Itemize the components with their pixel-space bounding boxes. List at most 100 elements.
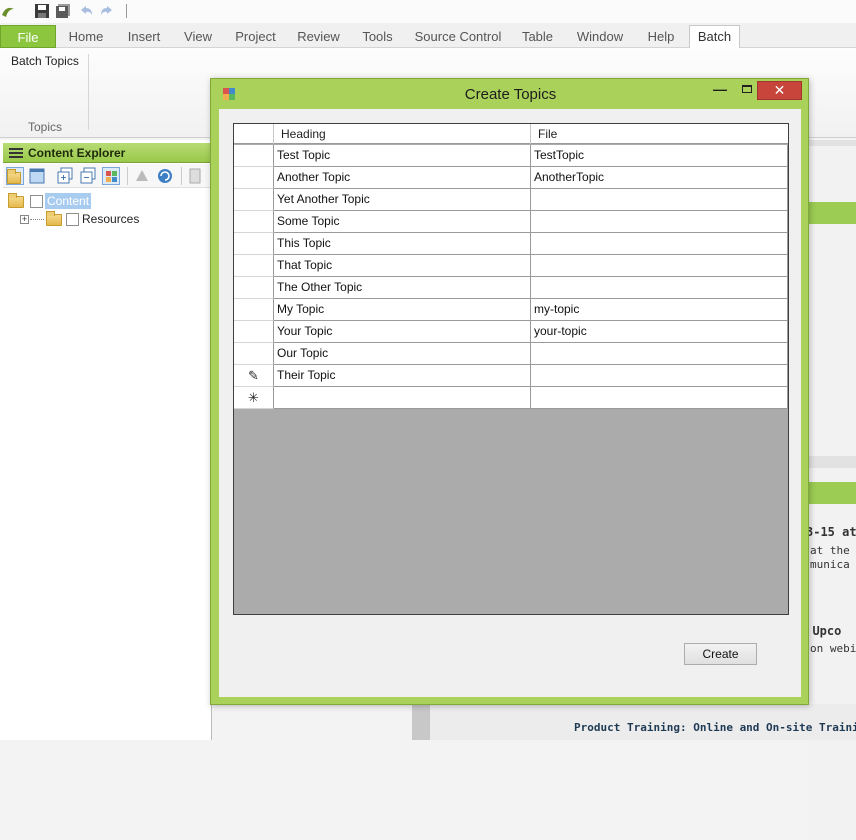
batch-topics-button[interactable]: Batch Topics	[11, 54, 79, 68]
redo-icon[interactable]	[99, 3, 115, 19]
menu-icon[interactable]	[9, 147, 23, 159]
row-header[interactable]	[234, 233, 274, 255]
save-icon[interactable]	[34, 3, 50, 19]
topics-grid[interactable]: Heading File Test Topic TestTopic Another …	[233, 123, 789, 615]
properties-icon[interactable]	[186, 167, 204, 185]
table-row[interactable]: Your Topic your-topic	[234, 321, 788, 343]
open-folder-icon[interactable]	[6, 167, 24, 185]
expand-toggle-icon[interactable]: +	[20, 215, 29, 224]
tree-checkbox[interactable]	[30, 195, 43, 208]
file-cell[interactable]	[531, 277, 788, 299]
column-header-file[interactable]: File	[531, 124, 788, 144]
tab-insert[interactable]: Insert	[124, 27, 164, 48]
table-row[interactable]: Another Topic AnotherTopic	[234, 167, 788, 189]
table-row[interactable]: ✳	[234, 387, 788, 409]
row-header[interactable]	[234, 343, 274, 365]
row-header[interactable]	[234, 167, 274, 189]
move-icon[interactable]	[133, 167, 151, 185]
content-explorer-header: Content Explorer	[3, 143, 215, 163]
dialog-body: Heading File Test Topic TestTopic Another …	[219, 109, 801, 697]
file-cell[interactable]	[531, 233, 788, 255]
row-header[interactable]	[234, 145, 274, 167]
tab-window[interactable]: Window	[574, 27, 626, 48]
tab-file[interactable]: File	[0, 25, 56, 48]
file-cell[interactable]: your-topic	[531, 321, 788, 343]
tree-item-content[interactable]: Content	[8, 193, 208, 210]
close-button[interactable]: ✕	[757, 81, 802, 100]
heading-cell[interactable]: Test Topic	[274, 145, 531, 167]
heading-cell[interactable]: Another Topic	[274, 167, 531, 189]
quick-access-toolbar	[0, 0, 856, 23]
collapse-all-icon[interactable]	[79, 167, 97, 185]
row-header[interactable]	[234, 299, 274, 321]
heading-cell[interactable]: Our Topic	[274, 343, 531, 365]
background-text: 3-15 at	[806, 525, 856, 539]
row-header[interactable]	[234, 189, 274, 211]
file-cell[interactable]: my-topic	[531, 299, 788, 321]
table-row[interactable]: Our Topic	[234, 343, 788, 365]
grid-corner-header[interactable]	[234, 124, 274, 144]
table-row[interactable]: That Topic	[234, 255, 788, 277]
table-row[interactable]: ✎ Their Topic	[234, 365, 788, 387]
background-panel	[807, 146, 856, 456]
heading-cell[interactable]: Their Topic	[274, 365, 531, 387]
tiles-icon[interactable]	[102, 167, 120, 185]
column-header-heading[interactable]: Heading	[274, 124, 531, 144]
heading-cell[interactable]: That Topic	[274, 255, 531, 277]
file-cell[interactable]: TestTopic	[531, 145, 788, 167]
content-explorer-toolbar	[3, 164, 215, 188]
row-header[interactable]	[234, 255, 274, 277]
table-row[interactable]: Some Topic	[234, 211, 788, 233]
row-header[interactable]: ✳	[234, 387, 274, 409]
table-row[interactable]: The Other Topic	[234, 277, 788, 299]
tab-source-control[interactable]: Source Control	[413, 27, 503, 48]
tree-item-label: Content	[45, 193, 92, 209]
toolbar-separator	[127, 167, 128, 185]
heading-cell[interactable]: My Topic	[274, 299, 531, 321]
row-header[interactable]: ✎	[234, 365, 274, 387]
create-topics-dialog: Create Topics — ✕ Heading File Test Topi…	[210, 78, 809, 705]
table-row[interactable]: Test Topic TestTopic	[234, 145, 788, 167]
expand-all-icon[interactable]	[56, 167, 74, 185]
tab-view[interactable]: View	[181, 27, 215, 48]
background-header-band	[807, 202, 856, 224]
tab-help[interactable]: Help	[645, 27, 677, 48]
file-cell[interactable]	[531, 189, 788, 211]
save-all-icon[interactable]	[55, 3, 71, 19]
file-cell[interactable]	[531, 255, 788, 277]
heading-cell[interactable]: This Topic	[274, 233, 531, 255]
table-row[interactable]: My Topic my-topic	[234, 299, 788, 321]
maximize-icon	[742, 85, 752, 93]
dialog-title-bar[interactable]: Create Topics — ✕	[211, 79, 810, 109]
file-cell[interactable]: AnotherTopic	[531, 167, 788, 189]
file-cell[interactable]	[531, 365, 788, 387]
window-icon[interactable]	[28, 167, 46, 185]
undo-icon[interactable]	[78, 3, 94, 19]
table-row[interactable]: This Topic	[234, 233, 788, 255]
row-header[interactable]	[234, 321, 274, 343]
file-cell[interactable]	[531, 343, 788, 365]
heading-cell[interactable]: Some Topic	[274, 211, 531, 233]
refresh-icon[interactable]	[156, 167, 174, 185]
ribbon-group-separator	[88, 54, 89, 130]
file-cell[interactable]	[531, 387, 788, 409]
heading-cell[interactable]: Yet Another Topic	[274, 189, 531, 211]
minimize-button[interactable]: —	[707, 82, 733, 102]
heading-cell[interactable]	[274, 387, 531, 409]
heading-cell[interactable]: The Other Topic	[274, 277, 531, 299]
tab-home[interactable]: Home	[66, 27, 106, 48]
tab-table[interactable]: Table	[520, 27, 555, 48]
tab-batch[interactable]: Batch	[689, 25, 740, 49]
heading-cell[interactable]: Your Topic	[274, 321, 531, 343]
tab-review[interactable]: Review	[296, 27, 341, 48]
create-button[interactable]: Create	[684, 643, 757, 665]
row-header[interactable]	[234, 277, 274, 299]
row-header[interactable]	[234, 211, 274, 233]
folder-icon	[8, 193, 24, 208]
tab-project[interactable]: Project	[233, 27, 278, 48]
file-cell[interactable]	[531, 211, 788, 233]
tree-checkbox[interactable]	[66, 213, 79, 226]
tab-tools[interactable]: Tools	[360, 27, 395, 48]
table-row[interactable]: Yet Another Topic	[234, 189, 788, 211]
tree-item-resources[interactable]: + Resources	[20, 211, 210, 228]
